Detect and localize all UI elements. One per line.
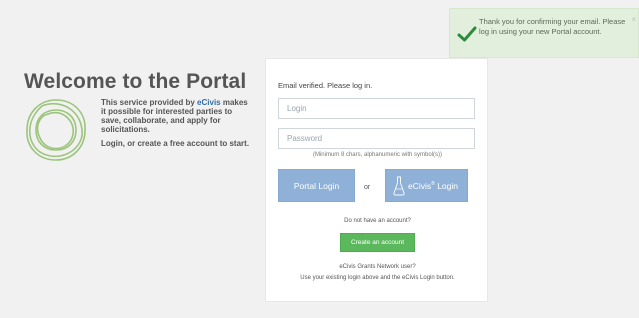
brand-link[interactable]: eCivis xyxy=(197,98,221,107)
create-account-button[interactable]: Create an account xyxy=(340,233,415,252)
success-toast: Thank you for confirming your email. Ple… xyxy=(449,8,639,58)
status-message: Email verified. Please log in. xyxy=(278,81,373,90)
login-card: Email verified. Please log in. (Minimum … xyxy=(265,58,488,302)
flask-icon xyxy=(393,176,405,196)
intro-cta: Login, or create a free account to start… xyxy=(101,139,250,148)
check-icon xyxy=(457,26,477,42)
network-question: eCivis Grants Network user? xyxy=(339,264,416,270)
network-hint: Use your existing login above and the eC… xyxy=(300,275,455,281)
ecivis-login-suffix: Login xyxy=(434,181,459,191)
login-input[interactable] xyxy=(278,98,475,119)
toast-message: Thank you for confirming your email. Ple… xyxy=(479,17,626,36)
ecivis-brand-text: eCivis xyxy=(408,181,432,191)
portal-login-button[interactable]: Portal Login xyxy=(278,169,355,202)
close-icon[interactable]: × xyxy=(631,15,636,24)
no-account-text: Do not have an account? xyxy=(344,218,411,224)
intro-description: This service provided by eCivis makes it… xyxy=(101,98,251,134)
password-hint: (Minimum 8 chars, alphanumeric with symb… xyxy=(312,152,443,158)
ecivis-login-button[interactable]: eCivis® Login xyxy=(385,169,468,202)
page-title: Welcome to the Portal xyxy=(24,70,247,93)
intro-text-1: This service provided by xyxy=(101,98,198,107)
ecivis-ring-logo xyxy=(26,99,86,161)
ecivis-login-label: eCivis® Login xyxy=(408,181,458,191)
password-input[interactable] xyxy=(278,128,475,149)
or-label: or xyxy=(364,184,371,191)
